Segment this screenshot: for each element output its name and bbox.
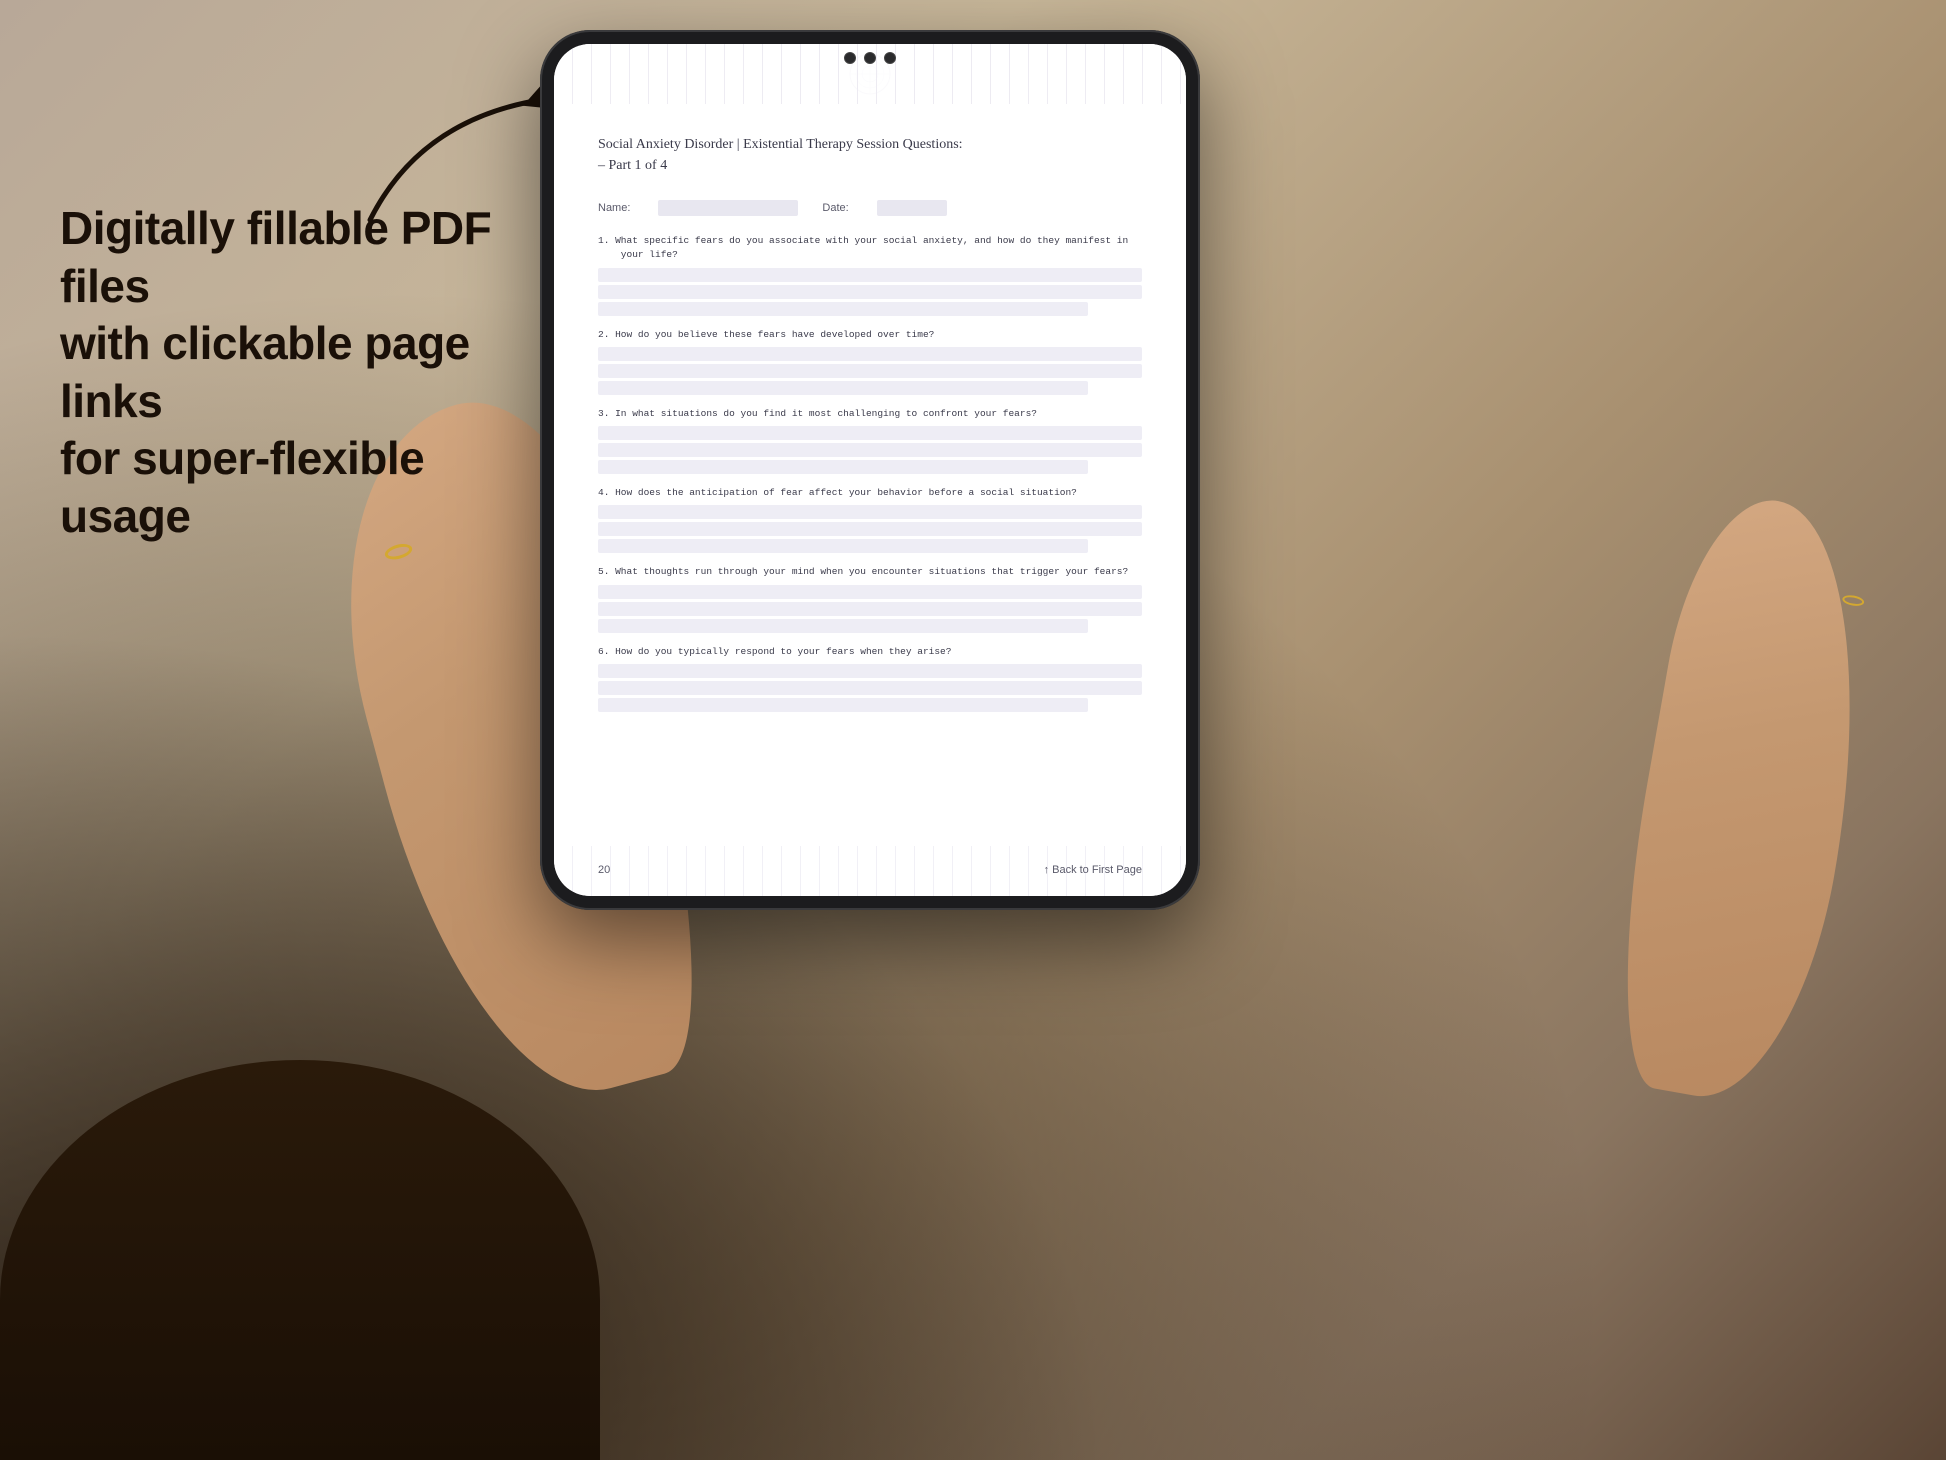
camera-dot-3 bbox=[884, 52, 896, 64]
answer-line[interactable] bbox=[598, 698, 1088, 712]
tablet-body: Social Anxiety Disorder | Existential Th… bbox=[540, 30, 1200, 910]
pdf-header: Social Anxiety Disorder | Existential Th… bbox=[598, 134, 1142, 176]
date-label: Date: bbox=[822, 202, 848, 214]
pdf-name-date-row: Name: Date: bbox=[598, 200, 1142, 216]
question-2: 2. How do you believe these fears have d… bbox=[598, 328, 1142, 395]
camera-bar bbox=[844, 52, 896, 64]
pdf-title: Social Anxiety Disorder | Existential Th… bbox=[598, 134, 1142, 176]
question-3-answer[interactable] bbox=[598, 426, 1142, 474]
tablet: Social Anxiety Disorder | Existential Th… bbox=[540, 30, 1200, 910]
question-4: 4. How does the anticipation of fear aff… bbox=[598, 486, 1142, 553]
answer-line[interactable] bbox=[598, 585, 1142, 599]
camera-dot-1 bbox=[844, 52, 856, 64]
question-1: 1. What specific fears do you associate … bbox=[598, 234, 1142, 316]
answer-line[interactable] bbox=[598, 268, 1142, 282]
question-6: 6. How do you typically respond to your … bbox=[598, 645, 1142, 712]
question-2-text: 2. How do you believe these fears have d… bbox=[598, 328, 1142, 342]
answer-line[interactable] bbox=[598, 681, 1142, 695]
answer-line[interactable] bbox=[598, 426, 1142, 440]
answer-line[interactable] bbox=[598, 381, 1088, 395]
question-4-text: 4. How does the anticipation of fear aff… bbox=[598, 486, 1142, 500]
name-input-field[interactable] bbox=[658, 200, 798, 216]
question-1-answer[interactable] bbox=[598, 268, 1142, 316]
answer-line[interactable] bbox=[598, 302, 1088, 316]
answer-line[interactable] bbox=[598, 522, 1142, 536]
questions-list: 1. What specific fears do you associate … bbox=[598, 234, 1142, 724]
answer-line[interactable] bbox=[598, 664, 1142, 678]
tablet-screen: Social Anxiety Disorder | Existential Th… bbox=[554, 44, 1186, 896]
answer-line[interactable] bbox=[598, 285, 1142, 299]
answer-line[interactable] bbox=[598, 619, 1088, 633]
answer-line[interactable] bbox=[598, 460, 1088, 474]
answer-line[interactable] bbox=[598, 347, 1142, 361]
question-3-text: 3. In what situations do you find it mos… bbox=[598, 407, 1142, 421]
question-2-answer[interactable] bbox=[598, 347, 1142, 395]
pdf-document: Social Anxiety Disorder | Existential Th… bbox=[554, 44, 1186, 896]
pdf-bottom-decoration bbox=[554, 846, 1186, 896]
answer-line[interactable] bbox=[598, 443, 1142, 457]
question-3: 3. In what situations do you find it mos… bbox=[598, 407, 1142, 474]
answer-line[interactable] bbox=[598, 602, 1142, 616]
question-6-answer[interactable] bbox=[598, 664, 1142, 712]
answer-line[interactable] bbox=[598, 539, 1088, 553]
question-6-text: 6. How do you typically respond to your … bbox=[598, 645, 1142, 659]
question-5-text: 5. What thoughts run through your mind w… bbox=[598, 565, 1142, 579]
answer-line[interactable] bbox=[598, 505, 1142, 519]
name-label: Name: bbox=[598, 202, 630, 214]
camera-dot-2 bbox=[864, 52, 876, 64]
tagline-text: Digitally fillable PDF files with clicka… bbox=[60, 200, 500, 545]
answer-line[interactable] bbox=[598, 364, 1142, 378]
question-5: 5. What thoughts run through your mind w… bbox=[598, 565, 1142, 632]
question-1-text: 1. What specific fears do you associate … bbox=[598, 234, 1142, 263]
question-5-answer[interactable] bbox=[598, 585, 1142, 633]
date-input-field[interactable] bbox=[877, 200, 947, 216]
left-panel-text: Digitally fillable PDF files with clicka… bbox=[60, 200, 500, 545]
question-4-answer[interactable] bbox=[598, 505, 1142, 553]
